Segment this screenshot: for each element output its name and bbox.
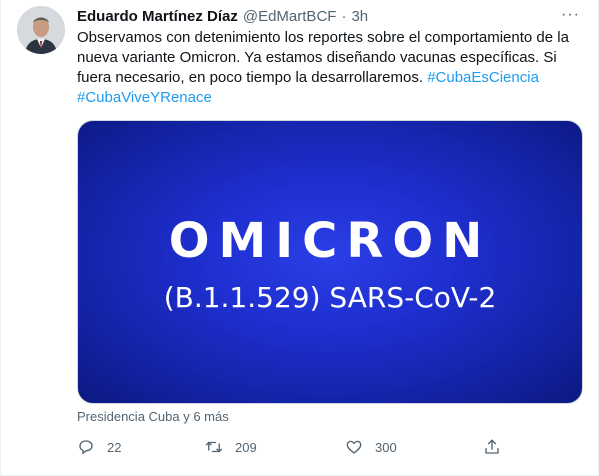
avatar-image bbox=[17, 6, 65, 54]
hashtag-link[interactable]: #CubaViveYRenace bbox=[77, 89, 212, 106]
media-subtitle: (B.1.1.529) SARS-CoV-2 bbox=[163, 281, 497, 314]
tweet-text: Observamos con detenimiento los reportes… bbox=[77, 28, 585, 108]
retweet-icon bbox=[205, 441, 223, 453]
timestamp[interactable]: 3h bbox=[351, 8, 368, 25]
media-title: OMICRON bbox=[168, 213, 492, 269]
share-button[interactable] bbox=[483, 436, 501, 458]
tagged-accounts[interactable]: Presidencia Cuba y 6 más bbox=[77, 409, 229, 424]
tweet-header: Eduardo Martínez Díaz @EdMartBCF · 3h bbox=[77, 6, 368, 26]
more-icon[interactable]: ··· bbox=[561, 6, 580, 24]
hashtag-link[interactable]: #CubaEsCiencia bbox=[427, 69, 539, 86]
tweet-text-line: nueva variante Omicron. Ya estamos diseñ… bbox=[77, 49, 557, 66]
author-name[interactable]: Eduardo Martínez Díaz bbox=[77, 8, 238, 25]
author-handle[interactable]: @EdMartBCF bbox=[243, 8, 337, 25]
like-count: 300 bbox=[375, 439, 397, 455]
reply-icon bbox=[79, 440, 93, 455]
tweet-media-image[interactable]: OMICRON (B.1.1.529) SARS-CoV-2 bbox=[77, 120, 583, 404]
like-button[interactable]: 300 bbox=[345, 436, 397, 458]
separator: · bbox=[341, 7, 347, 25]
share-icon bbox=[485, 439, 499, 454]
retweet-count: 209 bbox=[235, 439, 257, 455]
tweet-card[interactable]: Eduardo Martínez Díaz @EdMartBCF · 3h ··… bbox=[0, 0, 599, 476]
reply-count: 22 bbox=[107, 439, 122, 455]
retweet-button[interactable]: 209 bbox=[205, 436, 257, 458]
tweet-text-line: Observamos con detenimiento los reportes… bbox=[77, 29, 569, 46]
reply-button[interactable]: 22 bbox=[77, 436, 121, 458]
tweet-text-line: #CubaViveYRenace bbox=[77, 88, 585, 108]
avatar[interactable] bbox=[17, 6, 65, 54]
like-icon bbox=[346, 440, 362, 454]
tweet-text-segment: fuera necesario, en poco tiempo la desar… bbox=[77, 69, 428, 86]
tweet-actions: 22 209 300 bbox=[77, 436, 517, 458]
tweet-text-line: fuera necesario, en poco tiempo la desar… bbox=[77, 68, 585, 88]
